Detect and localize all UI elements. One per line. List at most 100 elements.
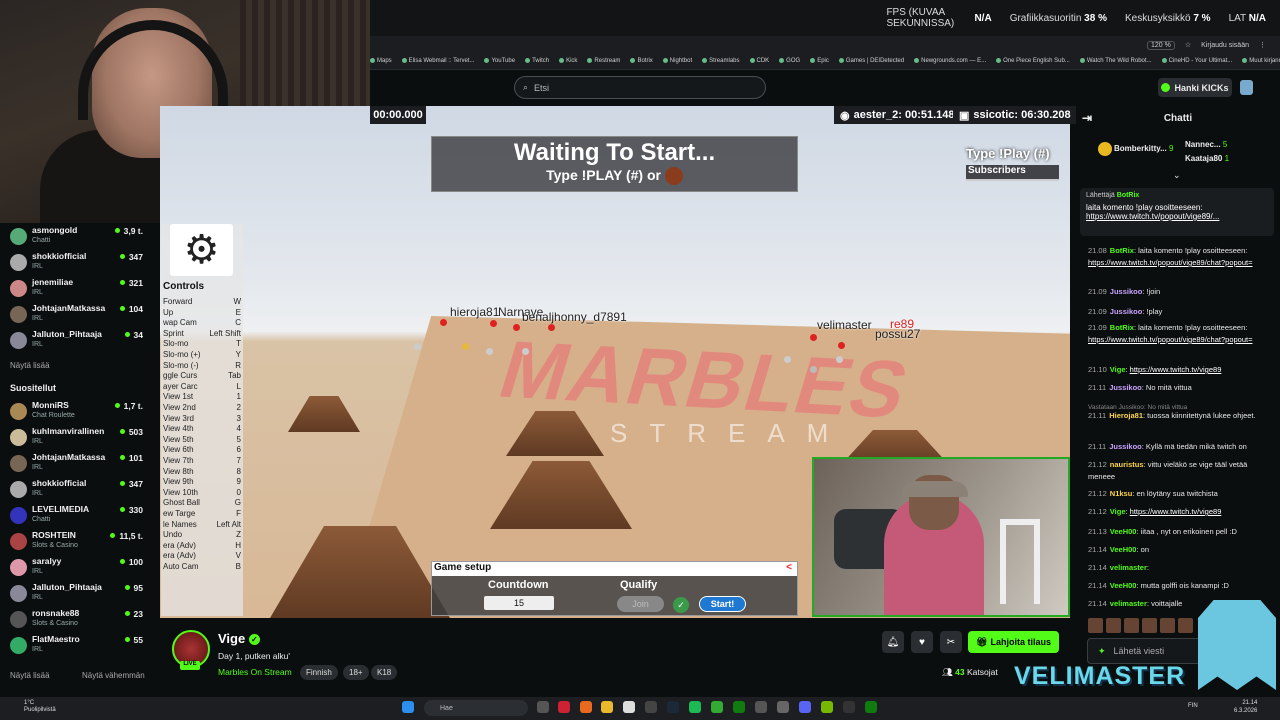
signin-button[interactable]: Kirjaudu sisään — [1201, 42, 1249, 49]
bookmark-item[interactable]: Newgrounds.com — E... — [914, 58, 986, 65]
message-username[interactable]: BotRix — [1110, 246, 1134, 255]
bookmark-item[interactable]: YouTube — [484, 58, 515, 65]
spotify-icon[interactable] — [689, 701, 701, 713]
chat-message[interactable]: 21.09 BotRix: laita komento !play osoitte… — [1088, 322, 1270, 346]
language-indicator[interactable]: FIN — [1188, 703, 1198, 709]
sidebar-channel-jalluton_pihtaaja[interactable]: Jalluton_Pihtaaja IRL 95 — [0, 580, 160, 606]
sidebar-channel-kuhlmanvirallinen[interactable]: kuhlmanvirallinen IRL 503 — [0, 424, 160, 450]
bookmark-item[interactable]: GOG — [779, 58, 800, 65]
message-link[interactable]: https://www.twitch.tv/popout/vige89/chat… — [1088, 335, 1252, 344]
firefox-icon[interactable] — [580, 701, 592, 713]
chat-message[interactable]: 21.09 Jussikoo: !play — [1088, 306, 1270, 318]
taskbar-search[interactable]: Hae — [424, 700, 528, 716]
top-gifter[interactable]: Bomberkitty... 9 — [1098, 142, 1173, 156]
message-username[interactable]: BotRix — [1110, 323, 1134, 332]
start-windows-icon[interactable] — [402, 701, 414, 713]
app-icon[interactable] — [558, 701, 570, 713]
bookmark-item[interactable]: Kick — [559, 58, 577, 65]
system-clock[interactable]: 21.14 6.3.2026 — [1234, 699, 1257, 715]
collapse-setup-button[interactable]: < — [786, 562, 792, 576]
sidebar-channel-saralyy[interactable]: saralyy IRL 100 — [0, 554, 160, 580]
star-icon[interactable]: ☆ — [1185, 41, 1191, 49]
chat-message[interactable]: 21.11 Jussikoo: No mitä vittua — [1088, 382, 1270, 394]
emoji-icon[interactable]: ✦ — [1098, 646, 1106, 657]
bookmark-item[interactable]: CDK — [750, 58, 770, 65]
countdown-input[interactable]: 15 — [484, 596, 554, 610]
sidebar-channel-jenemiliae[interactable]: jenemiliae IRL 321 — [0, 275, 160, 301]
bookmark-item[interactable]: Muut kirjanmerkit — [1242, 58, 1280, 65]
search-input[interactable]: ⌕ Etsi — [514, 76, 766, 99]
app-icon[interactable] — [843, 701, 855, 713]
message-username[interactable]: nauristus — [1110, 460, 1144, 469]
bookmark-item[interactable]: Elisa Webmail :: Tervet... — [402, 58, 475, 65]
sidebar-channel-asmongold[interactable]: asmongold Chatti 3,9 t. — [0, 223, 160, 249]
tag-18plus[interactable]: 18+ — [343, 665, 369, 680]
tag-finnish[interactable]: Finnish — [300, 665, 338, 680]
discord-icon[interactable] — [799, 701, 811, 713]
bookmark-item[interactable]: Streamlabs — [702, 58, 739, 65]
top-gifter[interactable]: Nannec... 5 — [1185, 140, 1227, 149]
message-username[interactable]: Jussikoo — [1110, 307, 1143, 316]
start-button[interactable]: Start! — [699, 596, 746, 612]
chat-message[interactable]: 21.14 VeeH00: on — [1088, 544, 1270, 556]
bookmark-item[interactable]: Restream — [587, 58, 620, 65]
file-explorer-icon[interactable] — [601, 701, 613, 713]
message-link[interactable]: https://www.twitch.tv/vige89 — [1130, 365, 1222, 374]
message-username[interactable]: velimaster — [1110, 563, 1147, 572]
message-username[interactable]: VeeH00 — [1110, 581, 1137, 590]
menu-icon[interactable]: ⋮ — [1259, 41, 1266, 49]
show-more-following[interactable]: Näytä lisää — [10, 361, 50, 370]
expand-chevron-icon[interactable]: ⌄ — [1173, 170, 1181, 181]
message-username[interactable]: Jussikoo — [1110, 287, 1143, 296]
chat-message[interactable]: 21.09 Jussikoo: !join — [1088, 286, 1270, 298]
bookmark-item[interactable]: Maps — [370, 58, 392, 65]
bookmark-item[interactable]: Nightbot — [663, 58, 692, 65]
sidebar-channel-jalluton_pihtaaja[interactable]: Jalluton_Pihtaaja IRL 34 — [0, 327, 160, 353]
chat-message[interactable]: 21.08 BotRix: laita komento !play osoitte… — [1088, 245, 1270, 269]
app-icon[interactable] — [755, 701, 767, 713]
sidebar-channel-shokkiofficial[interactable]: shokkiofficial IRL 347 — [0, 249, 160, 275]
bookmark-item[interactable]: Botrix — [630, 58, 652, 65]
show-less-button[interactable]: Näytä vähemmän — [82, 671, 145, 680]
message-username[interactable]: Vige — [1110, 507, 1126, 516]
chat-message[interactable]: 21.11 Hieroja81: tuossa kiinnitettynä luk… — [1088, 410, 1270, 422]
show-more-recommended[interactable]: Näytä lisää — [10, 671, 50, 680]
app-icon[interactable] — [711, 701, 723, 713]
task-view-icon[interactable] — [537, 701, 549, 713]
chat-message[interactable]: 21.14 VeeH00: mutta golffi ois kanampi :D — [1088, 580, 1270, 592]
bookmark-item[interactable]: CineHD - Your Ultimat... — [1162, 58, 1233, 65]
pinned-link[interactable]: https://www.twitch.tv/popout/vige89/... — [1086, 212, 1219, 221]
bookmark-item[interactable]: Games | DEIDetected — [839, 58, 904, 65]
chat-message[interactable]: 21.12 nauristus: vittu vieläkö se vige tä… — [1088, 459, 1270, 483]
app-icon[interactable] — [777, 701, 789, 713]
sidebar-channel-levelimedia[interactable]: LEVELIMEDIA Chatti 330 — [0, 502, 160, 528]
store-icon[interactable] — [623, 701, 635, 713]
sidebar-channel-johtajanmatkassa[interactable]: JohtajanMatkassa IRL 101 — [0, 450, 160, 476]
message-link[interactable]: https://www.twitch.tv/popout/vige89/chat… — [1088, 258, 1252, 267]
bookmark-item[interactable]: Twitch — [525, 58, 549, 65]
settings-gear-icon[interactable]: ⚙ — [170, 224, 233, 276]
chat-message[interactable]: 21.12 Vige: https://www.twitch.tv/vige89 — [1088, 506, 1270, 518]
chat-message[interactable]: 21.13 VeeH00: iitaa , nyt on erikoinen pe… — [1088, 526, 1270, 538]
zoom-indicator[interactable]: 120 % — [1146, 40, 1175, 50]
message-username[interactable]: Jussikoo — [1109, 442, 1142, 451]
message-link[interactable]: https://www.twitch.tv/vige89 — [1130, 507, 1222, 516]
sidebar-channel-ronsnake88[interactable]: ronsnake88 Slots & Casino 23 — [0, 606, 160, 632]
bookmark-item[interactable]: Watch The Wild Robot... — [1080, 58, 1152, 65]
notification-bell-icon[interactable]: 🔔︎ — [882, 631, 904, 653]
message-username[interactable]: velimaster — [1110, 599, 1147, 608]
nvidia-icon[interactable] — [821, 701, 833, 713]
sidebar-channel-monnirs[interactable]: MonniRS Chat Roulette 1,7 t. — [0, 398, 160, 424]
pinned-message[interactable]: Lähettäjä BotRix laita komento !play oso… — [1080, 188, 1274, 236]
emote-row[interactable] — [1088, 618, 1198, 634]
sidebar-channel-roshtein[interactable]: ROSHTEIN Slots & Casino 11,5 t. — [0, 528, 160, 554]
gift-subscription-button[interactable]: 🎁︎ Lahjoita tilaus — [968, 631, 1059, 653]
channel-name[interactable]: Vige ✓ — [218, 631, 260, 646]
follow-heart-icon[interactable]: ♥ — [911, 631, 933, 653]
message-username[interactable]: Jussikoo — [1109, 383, 1142, 392]
clip-icon[interactable]: ✂ — [940, 631, 962, 653]
obs-icon[interactable] — [645, 701, 657, 713]
bookmark-item[interactable]: One Piece English Sub... — [996, 58, 1070, 65]
join-button[interactable]: Join — [617, 596, 664, 612]
message-username[interactable]: VeeH00 — [1110, 527, 1137, 536]
